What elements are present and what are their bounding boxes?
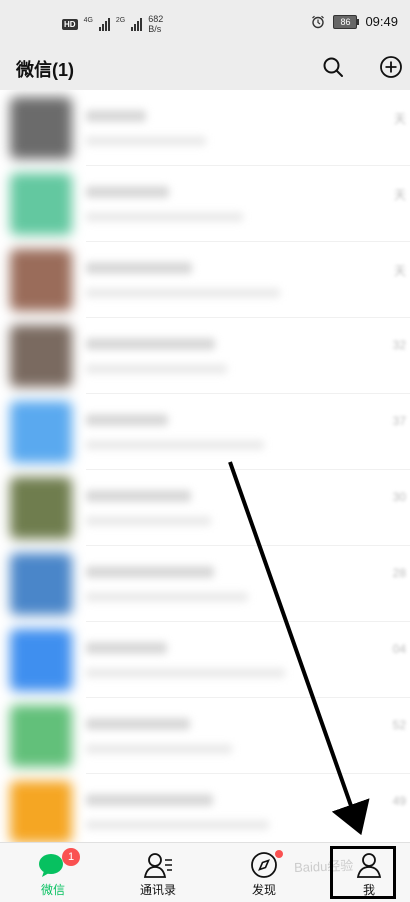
battery-icon: 86 xyxy=(333,14,360,29)
chat-avatar xyxy=(10,401,72,463)
chat-preview xyxy=(86,794,410,830)
tab-contacts-label: 通讯录 xyxy=(139,883,176,897)
chat-time: 天 xyxy=(393,112,406,126)
chat-time: 32 xyxy=(392,338,406,352)
search-icon xyxy=(323,57,343,77)
alarm-icon xyxy=(312,15,325,28)
chat-avatar xyxy=(10,629,72,691)
chat-row[interactable]: 天 xyxy=(0,166,410,242)
new-dot xyxy=(275,850,283,858)
chat-bubble-icon: 1 xyxy=(38,848,80,879)
chat-preview xyxy=(86,566,410,602)
network-speed-unit: B/s xyxy=(148,24,162,34)
chat-row[interactable]: 32 xyxy=(0,318,410,394)
signal-icon-2 xyxy=(131,17,143,31)
contacts-icon xyxy=(143,851,173,879)
chat-time: 04 xyxy=(392,642,406,656)
chat-preview xyxy=(86,262,410,298)
page-title: 微信(1) xyxy=(16,60,74,80)
chat-preview xyxy=(86,414,410,450)
chat-preview xyxy=(86,186,410,222)
chat-time: 天 xyxy=(393,188,406,202)
tab-chats-label: 微信 xyxy=(40,883,65,897)
network-type-2: 2G xyxy=(115,16,126,24)
network-speed: 682 B/s xyxy=(148,14,163,34)
chat-avatar xyxy=(10,477,72,539)
chat-row[interactable]: 52 xyxy=(0,698,410,774)
chat-time: 天 xyxy=(393,264,406,278)
hd-indicator: HD xyxy=(62,18,78,30)
add-button[interactable] xyxy=(378,54,404,80)
chat-preview xyxy=(86,338,410,374)
plus-circle-icon xyxy=(380,56,402,78)
network-type-1: 4G xyxy=(83,16,93,24)
chat-row[interactable]: 49 xyxy=(0,774,410,842)
app-header: 微信(1) xyxy=(0,46,410,90)
clock: 09:49 xyxy=(365,14,398,29)
chat-time: 37 xyxy=(392,414,406,428)
chat-time: 30 xyxy=(392,490,406,504)
status-left: HD 4G 2G 682 B/s xyxy=(62,14,163,34)
status-bar: HD 4G 2G 682 B/s 86 09:49 xyxy=(0,0,410,46)
chat-row[interactable]: 30 xyxy=(0,470,410,546)
chat-row[interactable]: 04 xyxy=(0,622,410,698)
status-right: 86 09:49 xyxy=(311,14,398,29)
chat-row[interactable]: 天 xyxy=(0,242,410,318)
chat-row[interactable]: 37 xyxy=(0,394,410,470)
tab-chats[interactable]: 1 微信 xyxy=(13,843,93,902)
chat-avatar xyxy=(10,705,72,767)
chat-avatar xyxy=(10,249,72,311)
chat-avatar xyxy=(10,781,72,842)
unread-badge: 1 xyxy=(62,848,80,866)
chat-avatar xyxy=(10,325,72,387)
chat-list: 天天天 32 37 30 28 04 52 49 xyxy=(0,90,410,842)
chat-time: 28 xyxy=(392,566,406,580)
chat-row[interactable]: 天 xyxy=(0,90,410,166)
tab-discover[interactable]: 发现 xyxy=(224,843,304,902)
chat-avatar xyxy=(10,173,72,235)
chat-avatar xyxy=(10,97,72,159)
tab-discover-label: 发现 xyxy=(251,883,276,897)
chat-preview xyxy=(86,642,410,678)
chat-preview xyxy=(86,490,410,526)
signal-icon xyxy=(98,17,110,31)
network-speed-value: 682 xyxy=(148,14,164,24)
chat-preview xyxy=(86,718,410,754)
chat-avatar xyxy=(10,553,72,615)
chat-row[interactable]: 28 xyxy=(0,546,410,622)
chat-preview xyxy=(86,110,410,146)
chat-time: 52 xyxy=(392,718,406,732)
tab-contacts[interactable]: 通讯录 xyxy=(118,843,198,902)
chat-time: 49 xyxy=(392,794,406,808)
search-button[interactable] xyxy=(320,54,346,80)
highlight-box xyxy=(330,846,396,899)
compass-icon xyxy=(249,850,283,879)
